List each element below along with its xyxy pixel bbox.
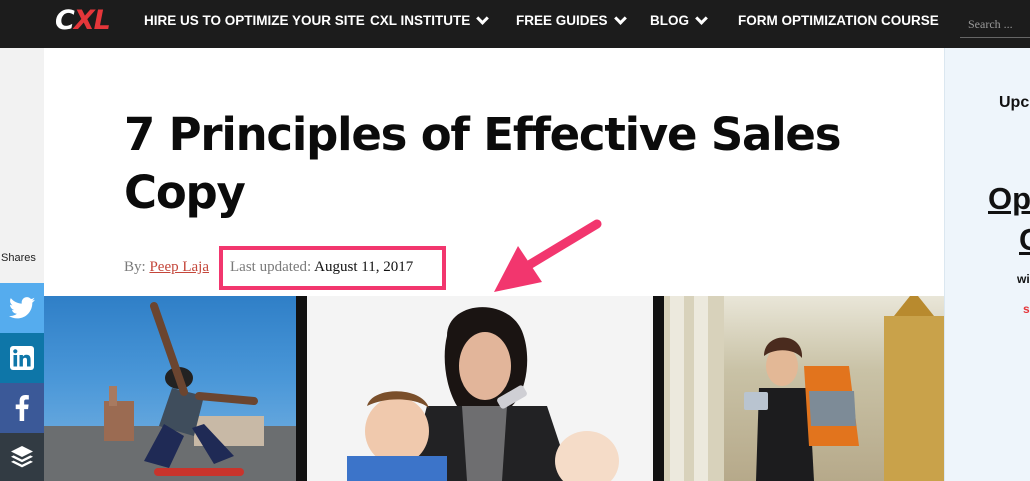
nav-free-guides[interactable]: FREE GUIDES <box>516 12 627 29</box>
cxl-logo[interactable]: CXL <box>55 4 111 38</box>
sidebar-subtext: wi <box>1017 272 1030 286</box>
last-updated-label: Last updated: <box>230 259 312 275</box>
shares-label: Shares <box>1 252 36 264</box>
share-buffer-button[interactable] <box>0 433 44 481</box>
logo-c: C <box>55 5 75 36</box>
buffer-icon <box>11 446 33 468</box>
sidebar-link[interactable]: s <box>1023 302 1030 316</box>
nav-hire-us-label: HIRE US TO OPTIMIZE YOUR SITE <box>144 13 365 28</box>
top-nav: CXL HIRE US TO OPTIMIZE YOUR SITE CXL IN… <box>0 0 1030 48</box>
byline: By: Peep Laja <box>124 259 209 276</box>
linkedin-icon <box>10 346 34 370</box>
article-main: 7 Principles of Effective Sales Copy By:… <box>44 48 944 481</box>
sidebar-title-line2[interactable]: C <box>1019 222 1030 258</box>
sidebar-title-line1[interactable]: Op <box>988 181 1030 217</box>
chevron-down-icon <box>613 12 627 25</box>
nav-cxl-institute-label: CXL INSTITUTE <box>370 13 471 28</box>
annotation-arrow-icon <box>494 219 602 292</box>
mother-with-kids-photo <box>307 296 653 481</box>
traveler-photo <box>664 296 944 481</box>
nav-free-guides-label: FREE GUIDES <box>516 13 608 28</box>
share-twitter-button[interactable] <box>0 283 44 333</box>
author-link[interactable]: Peep Laja <box>149 259 209 275</box>
chevron-down-icon <box>695 12 708 25</box>
nav-blog-label: BLOG <box>650 13 689 28</box>
last-updated: Last updated: August 11, 2017 <box>230 259 413 276</box>
photo-divider <box>296 296 307 481</box>
twitter-icon <box>9 297 35 319</box>
skateboarder-photo <box>44 296 296 481</box>
byline-label: By: <box>124 259 146 275</box>
last-updated-date: August 11, 2017 <box>314 259 414 275</box>
sidebar-heading: Upc <box>999 94 1030 111</box>
nav-hire-us[interactable]: HIRE US TO OPTIMIZE YOUR SITE <box>144 13 365 29</box>
logo-xl: XL <box>73 5 111 36</box>
nav-blog[interactable]: BLOG <box>650 12 708 29</box>
facebook-icon <box>15 395 29 421</box>
photo-divider <box>653 296 664 481</box>
nav-form-optimization-label: FORM OPTIMIZATION COURSE <box>738 13 939 28</box>
share-facebook-button[interactable] <box>0 383 44 433</box>
right-sidebar: Upc Op C wi s <box>944 48 1030 481</box>
search-input[interactable] <box>960 12 1030 36</box>
article-hero-image <box>44 296 944 481</box>
share-linkedin-button[interactable] <box>0 333 44 383</box>
search-box[interactable] <box>960 12 1030 38</box>
nav-cxl-institute[interactable]: CXL INSTITUTE <box>370 12 490 29</box>
article-title: 7 Principles of Effective Sales Copy <box>124 108 842 219</box>
nav-form-optimization[interactable]: FORM OPTIMIZATION COURSE <box>738 13 939 29</box>
chevron-down-icon <box>476 12 490 25</box>
